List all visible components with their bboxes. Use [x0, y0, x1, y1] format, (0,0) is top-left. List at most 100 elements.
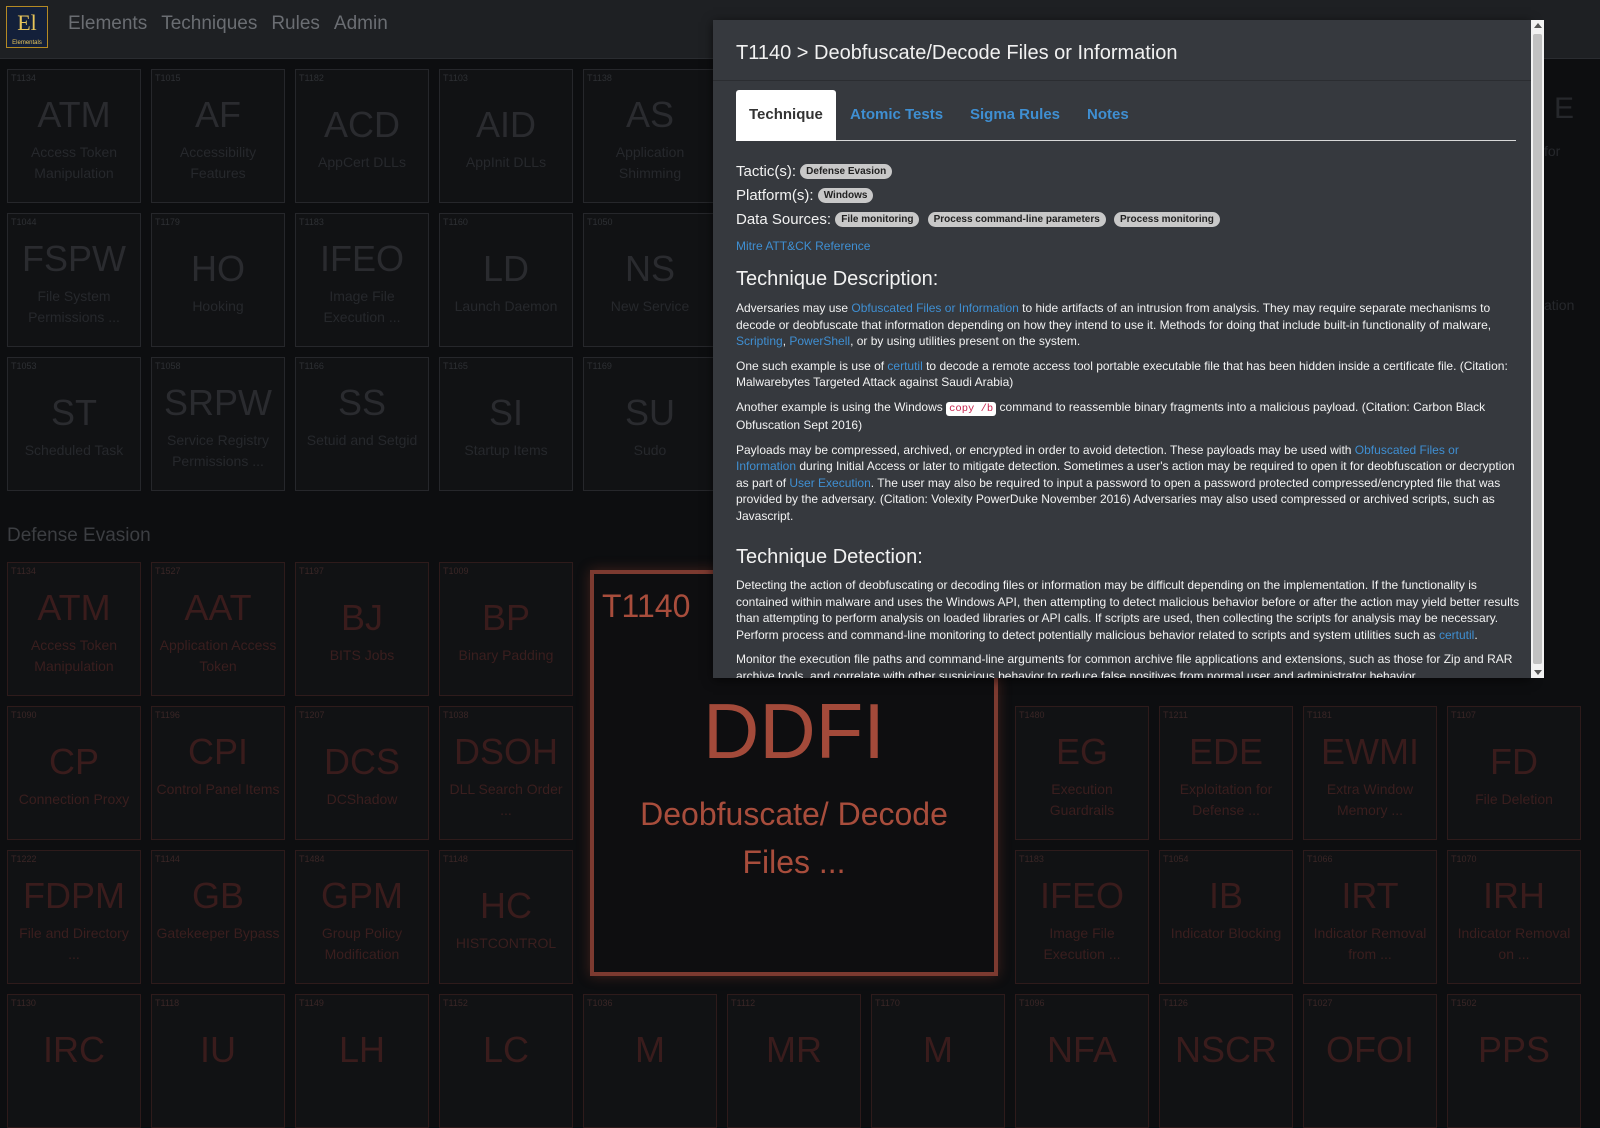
technique-tile[interactable]: T1066 IRT Indicator Removal from ...: [1303, 850, 1437, 984]
certutil-link[interactable]: certutil: [1439, 628, 1474, 642]
nav-rules[interactable]: Rules: [271, 13, 320, 35]
technique-tile[interactable]: T1197 BJ BITS Jobs: [295, 562, 429, 696]
tactics-label: Tactic(s):: [736, 163, 796, 180]
technique-tile[interactable]: T1038 DSOH DLL Search Order ...: [439, 706, 573, 840]
tile-name: Startup Items: [464, 442, 548, 458]
tile-name: Access Token Manipulation: [30, 637, 118, 674]
technique-tile[interactable]: T1211 EDE Exploitation for Defense ...: [1159, 706, 1293, 840]
text: .: [1474, 627, 1478, 642]
technique-tile[interactable]: T1107 FD File Deletion: [1447, 706, 1581, 840]
technique-tile[interactable]: T1222 FDPM File and Directory ...: [7, 850, 141, 984]
tile-id: T1138: [587, 73, 612, 83]
tile-name: File and Directory ...: [19, 925, 129, 962]
nav-admin[interactable]: Admin: [334, 13, 388, 35]
powershell-link[interactable]: PowerShell: [789, 334, 850, 348]
technique-tile[interactable]: T1182 ACD AppCert DLLs: [295, 69, 429, 203]
technique-tile[interactable]: T1170 M: [871, 994, 1005, 1128]
tab-notes[interactable]: Notes: [1087, 90, 1129, 140]
reference-row: Mitre ATT&CK Reference: [736, 238, 1521, 255]
technique-description-heading: Technique Description:: [736, 268, 939, 290]
scroll-down-arrow-icon[interactable]: [1534, 670, 1542, 675]
technique-tile[interactable]: T1148 HC HISTCONTROL: [439, 850, 573, 984]
tile-name: Launch Daemon: [454, 298, 558, 314]
technique-tile[interactable]: T1090 CP Connection Proxy: [7, 706, 141, 840]
technique-tile[interactable]: T1183 IFEO Image File Execution ...: [1015, 850, 1149, 984]
tile-id: T1169: [587, 361, 612, 371]
technique-tile[interactable]: T1050 NS New Service: [583, 213, 717, 347]
nav-elements[interactable]: Elements: [68, 13, 147, 35]
technique-tile[interactable]: T1144 GB Gatekeeper Bypass: [151, 850, 285, 984]
description-paragraph: Payloads may be compressed, archived, or…: [736, 442, 1521, 525]
tile-abbr: SI: [488, 392, 523, 433]
technique-tile[interactable]: T1130 IRC: [7, 994, 141, 1128]
technique-tile[interactable]: T1152 LC: [439, 994, 573, 1128]
tile-name: Execution Guardrails: [1049, 781, 1115, 818]
tile-name: Scheduled Task: [24, 442, 124, 458]
tab-sigma-rules[interactable]: Sigma Rules: [970, 90, 1060, 140]
scrollbar-thumb[interactable]: [1533, 34, 1542, 664]
technique-tile[interactable]: T1207 DCS DCShadow: [295, 706, 429, 840]
technique-tile[interactable]: T1112 MR: [727, 994, 861, 1128]
tile-name: Indicator Removal from ...: [1313, 925, 1427, 962]
technique-tile[interactable]: T1169 SU Sudo: [583, 357, 717, 491]
obfuscated-files-link[interactable]: Obfuscated Files or Information: [851, 301, 1018, 315]
technique-tile[interactable]: T1181 EWMI Extra Window Memory ...: [1303, 706, 1437, 840]
technique-tile[interactable]: T1149 LH: [295, 994, 429, 1128]
tile-abbr: MR: [766, 1029, 822, 1070]
technique-tile[interactable]: T1044 FSPW File System Permissions ...: [7, 213, 141, 347]
technique-tile[interactable]: T1058 SRPW Service Registry Permissions ..…: [151, 357, 285, 491]
mitre-reference-link[interactable]: Mitre ATT&CK Reference: [736, 239, 870, 253]
technique-tile[interactable]: T1134 ATM Access Token Manipulation: [7, 69, 141, 203]
tile-abbr: IB: [1208, 875, 1243, 916]
technique-tile[interactable]: T1009 BP Binary Padding: [439, 562, 573, 696]
technique-tile[interactable]: T1502 PPS: [1447, 994, 1581, 1128]
tile-abbr: OFOI: [1326, 1029, 1414, 1070]
technique-tile[interactable]: T1166 SS Setuid and Setgid: [295, 357, 429, 491]
technique-tile[interactable]: T1103 AID AppInit DLLs: [439, 69, 573, 203]
scroll-up-arrow-icon[interactable]: [1534, 23, 1542, 28]
data-sources-row: Data Sources: File monitoring Process co…: [736, 211, 1521, 229]
technique-tile[interactable]: T1096 NFA: [1015, 994, 1149, 1128]
technique-tile[interactable]: T1160 LD Launch Daemon: [439, 213, 573, 347]
tile-abbr: IRC: [43, 1029, 105, 1070]
tile-id: T1053: [11, 361, 37, 371]
technique-tile[interactable]: T1527 AAT Application Access Token: [151, 562, 285, 696]
certutil-link[interactable]: certutil: [887, 359, 922, 373]
technique-tile[interactable]: T1134 ATM Access Token Manipulation: [7, 562, 141, 696]
tile-name: BITS Jobs: [329, 647, 395, 663]
tile-id: T1222: [11, 854, 37, 864]
tile-abbr: IRH: [1483, 875, 1545, 916]
technique-tile[interactable]: T1183 IFEO Image File Execution ...: [295, 213, 429, 347]
modal-scrollbar[interactable]: [1531, 20, 1544, 678]
technique-tile[interactable]: T1196 CPI Control Panel Items: [151, 706, 285, 840]
tile-abbr: NFA: [1046, 1029, 1117, 1070]
technique-tile[interactable]: T1036 M: [583, 994, 717, 1128]
technique-tile[interactable]: T1484 GPM Group Policy Modification: [295, 850, 429, 984]
text: One such example is use of: [736, 358, 888, 373]
user-execution-link[interactable]: User Execution: [789, 476, 870, 490]
technique-tile[interactable]: T1054 IB Indicator Blocking: [1159, 850, 1293, 984]
tile-id: T1096: [1019, 998, 1045, 1008]
technique-tile[interactable]: T1165 SI Startup Items: [439, 357, 573, 491]
tile-id: T1015: [155, 73, 181, 83]
app-logo[interactable]: El Elementals: [6, 6, 48, 48]
tile-name: AppCert DLLs: [318, 154, 406, 170]
technique-tile[interactable]: T1179 HO Hooking: [151, 213, 285, 347]
tab-technique[interactable]: Technique: [736, 90, 836, 141]
tile-abbr: ST: [50, 392, 97, 433]
technique-tile[interactable]: T1053 ST Scheduled Task: [7, 357, 141, 491]
technique-tile[interactable]: T1126 NSCR: [1159, 994, 1293, 1128]
technique-tile[interactable]: T1118 IU: [151, 994, 285, 1128]
technique-tile[interactable]: T1138 AS Application Shimming: [583, 69, 717, 203]
technique-tile[interactable]: T1027 OFOI: [1303, 994, 1437, 1128]
technique-tile[interactable]: T1480 EG Execution Guardrails: [1015, 706, 1149, 840]
tile-id: T1166: [299, 361, 324, 371]
technique-tile[interactable]: T1070 IRH Indicator Removal on ...: [1447, 850, 1581, 984]
tile-id: T1009: [443, 566, 469, 576]
scripting-link[interactable]: Scripting: [736, 334, 783, 348]
tactic-badge: Defense Evasion: [800, 164, 893, 179]
tile-name: Extra Window Memory ...: [1326, 781, 1414, 818]
technique-tile[interactable]: T1015 AF Accessibility Features: [151, 69, 285, 203]
nav-techniques[interactable]: Techniques: [161, 13, 257, 35]
tab-atomic-tests[interactable]: Atomic Tests: [850, 90, 943, 140]
